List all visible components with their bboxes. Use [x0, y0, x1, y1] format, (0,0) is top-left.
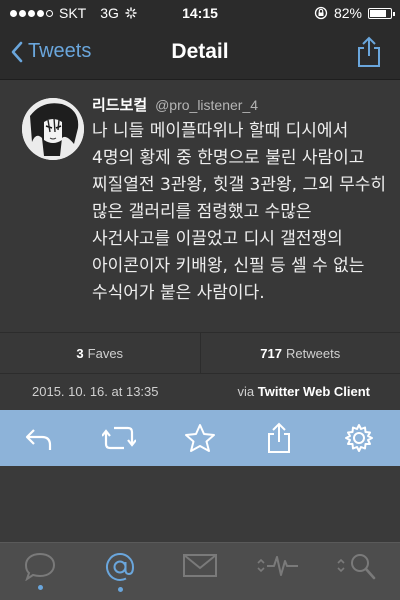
faves-stat[interactable]: 3 Faves: [0, 333, 200, 373]
faves-label: Faves: [87, 345, 124, 361]
via-prefix: via: [237, 384, 255, 399]
empty-area: [0, 466, 400, 542]
back-button-label: Tweets: [28, 40, 92, 62]
retweet-icon: [102, 426, 136, 450]
rotation-lock-icon: [314, 6, 328, 20]
mail-icon: [183, 554, 217, 577]
tweet-detail: 리드보컬 @pro_listener_4 나 니들 메이플따위나 할때 디시에서…: [0, 80, 400, 332]
tab-active-dot: [117, 587, 123, 592]
share-icon: [358, 36, 380, 67]
tweet-source: via Twitter Web Client: [238, 384, 370, 399]
nav-bar: Tweets Detail: [0, 26, 400, 80]
avatar[interactable]: [22, 98, 84, 160]
battery-icon: [368, 7, 395, 19]
tab-bar: [0, 542, 400, 600]
favorite-button[interactable]: [183, 422, 217, 454]
tweet-timestamp: 2015. 10. 16. at 13:35: [32, 384, 159, 399]
status-right: 82%: [314, 5, 395, 21]
retweet-button[interactable]: [102, 422, 136, 454]
retweets-label: Retweets: [286, 345, 341, 361]
settings-gear-icon: [345, 424, 373, 452]
retweets-stat[interactable]: 717 Retweets: [199, 333, 400, 373]
author-display-name: 리드보컬: [92, 97, 148, 114]
battery-percent: 82%: [333, 5, 362, 21]
tweet-author[interactable]: 리드보컬 @pro_listener_4: [92, 94, 258, 115]
chevron-left-icon: [11, 41, 23, 62]
tab-unread-dot: [37, 585, 43, 590]
activity-icon: [257, 556, 298, 576]
retweets-count: 717: [260, 345, 282, 361]
tab-mentions[interactable]: [98, 551, 142, 597]
settings-button[interactable]: [342, 422, 376, 454]
author-handle: @pro_listener_4: [155, 97, 259, 113]
avatar-image: [22, 98, 84, 160]
reply-icon: [25, 429, 52, 450]
tab-search[interactable]: [336, 551, 380, 597]
search-icon: [337, 554, 376, 580]
tab-messages[interactable]: [178, 551, 222, 597]
tweet-meta: 2015. 10. 16. at 13:35 via Twitter Web C…: [0, 374, 400, 410]
favorite-star-icon: [185, 424, 215, 452]
tab-timeline[interactable]: [18, 551, 62, 597]
mention-at-icon: [106, 552, 135, 581]
client-name[interactable]: Twitter Web Client: [258, 384, 370, 399]
status-bar: SKT 3G 14:15 82%: [0, 0, 400, 26]
tweet-action-bar: [0, 410, 400, 466]
battery-fill: [370, 9, 386, 17]
chat-bubble-icon: [24, 552, 56, 581]
faves-count: 3: [76, 345, 84, 361]
back-button[interactable]: Tweets: [10, 40, 91, 63]
tweet-text: 나 니들 메이플따위나 할때 디시에서 4명의 황제 중 한명으로 불린 사람이…: [92, 121, 387, 303]
share-tweet-button[interactable]: [262, 422, 296, 454]
tab-activity[interactable]: [256, 551, 300, 597]
screen: SKT 3G 14:15 82% Tweets Detail 리드보컬 @pro…: [0, 0, 400, 600]
reply-button[interactable]: [22, 422, 56, 454]
tweet-stats: 3 Faves 717 Retweets: [0, 332, 400, 374]
share-button[interactable]: [356, 36, 382, 73]
share-icon: [268, 422, 290, 453]
